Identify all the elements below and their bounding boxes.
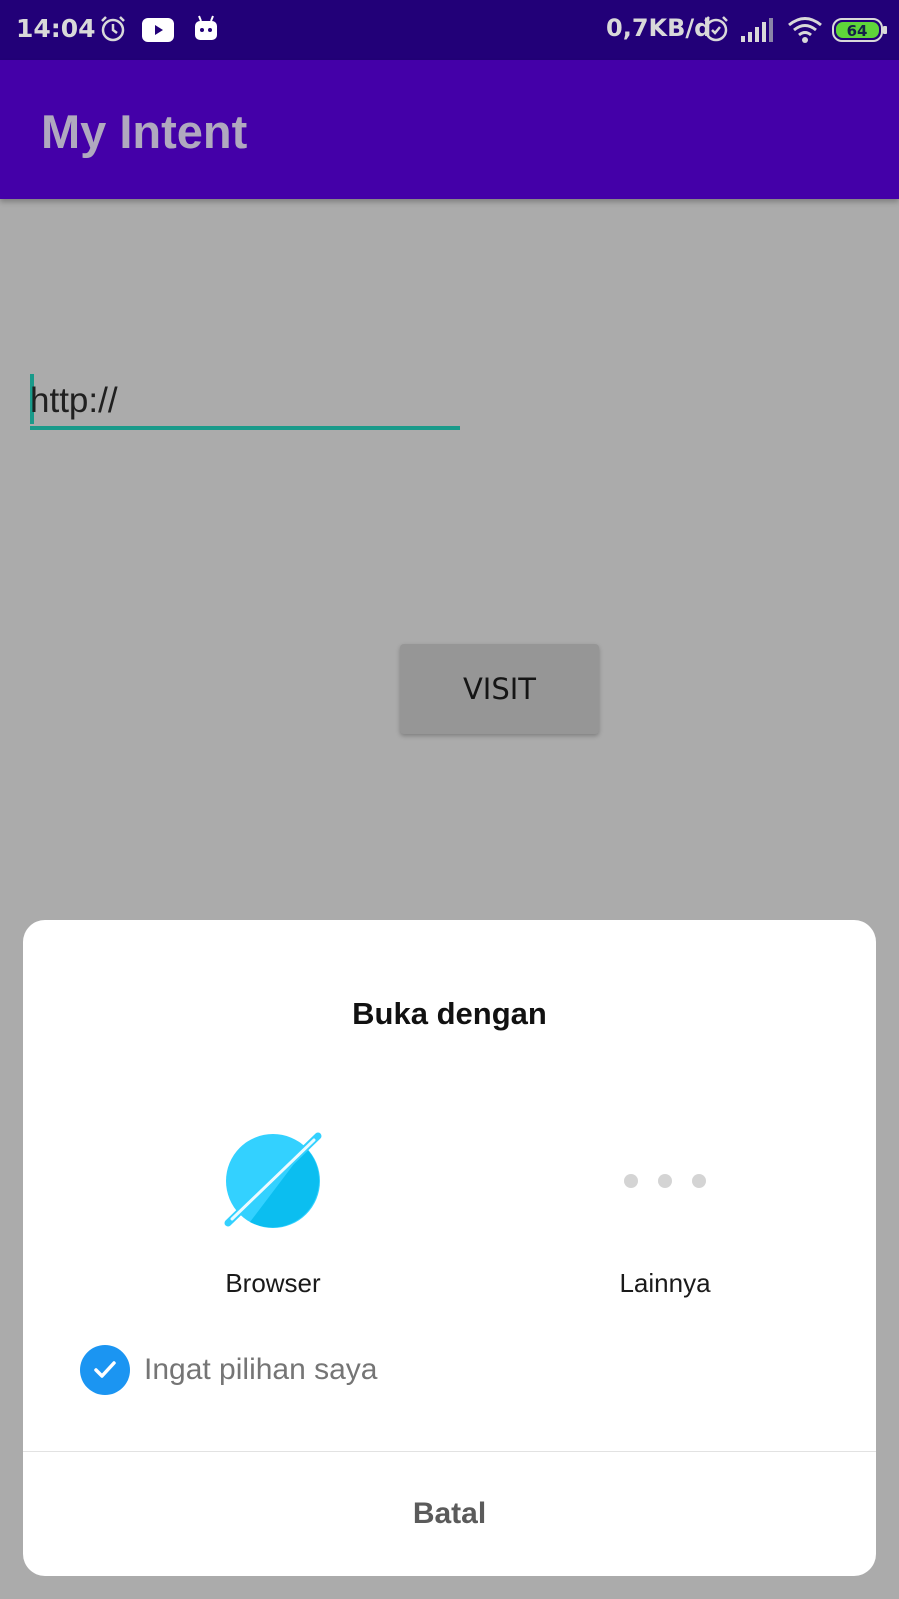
alarm-icon [702, 15, 730, 47]
app-bar: My Intent [0, 60, 899, 199]
remember-choice-checkbox[interactable]: Ingat pilihan saya [80, 1344, 378, 1396]
remember-choice-label: Ingat pilihan saya [144, 1353, 378, 1386]
dialog-title: Buka dengan [352, 996, 547, 1031]
more-dots-icon [545, 1126, 785, 1236]
more-option[interactable]: Lainnya [545, 1126, 785, 1299]
checkmark-icon[interactable] [80, 1345, 130, 1395]
status-time: 14:04 [16, 14, 96, 43]
cancel-button[interactable]: Batal [23, 1452, 876, 1576]
more-option-label: Lainnya [619, 1268, 711, 1298]
android-bot-icon [193, 14, 219, 46]
url-input-value: http:// [30, 381, 118, 420]
visit-button[interactable]: VISIT [400, 644, 599, 734]
network-speed: 0,7KB/d [606, 14, 712, 42]
wifi-icon [787, 16, 823, 48]
browser-planet-icon [153, 1126, 393, 1236]
browser-option-label: Browser [225, 1268, 321, 1298]
open-with-dialog: Buka dengan Browser Lainnya Ingat piliha… [23, 920, 876, 1576]
app-title: My Intent [41, 105, 248, 158]
url-input[interactable]: http:// [30, 372, 460, 430]
status-bar: 14:04 0,7KB/d 64 [0, 0, 899, 60]
alarm-icon [99, 15, 127, 47]
browser-option[interactable]: Browser [153, 1126, 393, 1299]
signal-icon [741, 18, 775, 46]
battery-level: 64 [847, 22, 868, 40]
battery-icon: 64 [832, 18, 888, 46]
youtube-icon [142, 18, 174, 46]
